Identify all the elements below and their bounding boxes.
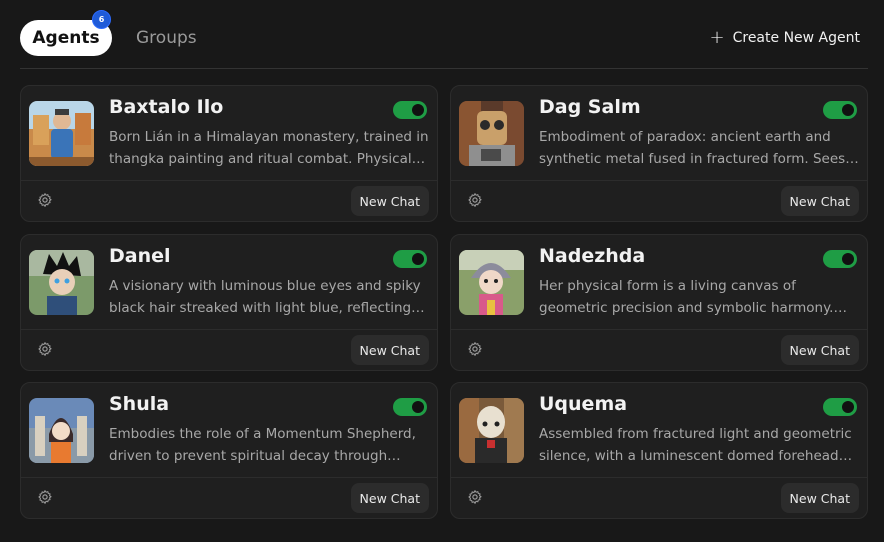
agent-enabled-toggle[interactable] [823, 250, 857, 268]
gear-icon[interactable] [37, 341, 53, 357]
agent-card: Dag Salm Embodiment of paradox: ancient … [450, 85, 868, 222]
agent-name: Nadezhda [539, 245, 646, 267]
agent-name: Baxtalo Ilo [109, 96, 224, 118]
toggle-knob [412, 253, 424, 265]
agent-name: Uquema [539, 393, 628, 415]
agent-enabled-toggle[interactable] [823, 398, 857, 416]
new-chat-button[interactable]: New Chat [780, 483, 859, 513]
plus-icon: + [709, 27, 725, 48]
agents-count-badge: 6 [92, 10, 111, 29]
agent-enabled-toggle[interactable] [393, 250, 427, 268]
new-chat-button[interactable]: New Chat [350, 186, 429, 216]
agent-avatar [459, 101, 524, 166]
new-chat-button[interactable]: New Chat [780, 186, 859, 216]
gear-icon[interactable] [37, 192, 53, 208]
agent-avatar [459, 250, 524, 315]
new-chat-button[interactable]: New Chat [350, 335, 429, 365]
new-chat-button[interactable]: New Chat [350, 483, 429, 513]
card-divider [451, 329, 867, 330]
create-new-agent-button[interactable]: + Create New Agent [710, 20, 861, 56]
header-divider [20, 68, 868, 69]
toggle-knob [412, 401, 424, 413]
tab-agents[interactable]: Agents 6 [20, 10, 112, 56]
agent-avatar [459, 398, 524, 463]
card-divider [21, 329, 437, 330]
agent-enabled-toggle[interactable] [393, 101, 427, 119]
agent-avatar [29, 101, 94, 166]
gear-icon[interactable] [467, 489, 483, 505]
agent-name: Shula [109, 393, 170, 415]
gear-icon[interactable] [467, 341, 483, 357]
card-divider [451, 477, 867, 478]
card-divider [21, 477, 437, 478]
agent-description: Her physical form is a living canvas of … [539, 278, 834, 316]
agent-card: Baxtalo Ilo Born Lián in a Himalayan mon… [20, 85, 438, 222]
agent-avatar [29, 250, 94, 315]
card-divider [21, 180, 437, 181]
agent-name: Dag Salm [539, 96, 641, 118]
new-chat-button[interactable]: New Chat [780, 335, 859, 365]
toggle-knob [412, 104, 424, 116]
agent-description: Born Lián in a Himalayan monastery, trai… [109, 129, 429, 167]
gear-icon[interactable] [467, 192, 483, 208]
agent-name: Danel [109, 245, 171, 267]
tab-groups[interactable]: Groups [136, 20, 206, 56]
agent-description: Embodies the role of a Momentum Shepherd… [109, 426, 416, 464]
toggle-knob [842, 253, 854, 265]
toggle-knob [842, 104, 854, 116]
tab-groups-label: Groups [136, 28, 197, 48]
agent-avatar [29, 398, 94, 463]
agent-card: Uquema Assembled from fractured light an… [450, 382, 868, 519]
agent-description: A visionary with luminous blue eyes and … [109, 278, 421, 316]
agent-description: Embodiment of paradox: ancient earth and… [539, 129, 859, 167]
agent-description: Assembled from fractured light and geome… [539, 426, 853, 464]
agent-card: Shula Embodies the role of a Momentum Sh… [20, 382, 438, 519]
gear-icon[interactable] [37, 489, 53, 505]
top-bar: Agents 6 Groups + Create New Agent [20, 10, 868, 56]
toggle-knob [842, 401, 854, 413]
agent-card: Danel A visionary with luminous blue eye… [20, 234, 438, 371]
agent-card: Nadezhda Her physical form is a living c… [450, 234, 868, 371]
agent-enabled-toggle[interactable] [393, 398, 427, 416]
create-new-agent-label: Create New Agent [732, 30, 860, 46]
card-divider [451, 180, 867, 181]
agent-enabled-toggle[interactable] [823, 101, 857, 119]
tab-agents-label: Agents [32, 28, 100, 48]
